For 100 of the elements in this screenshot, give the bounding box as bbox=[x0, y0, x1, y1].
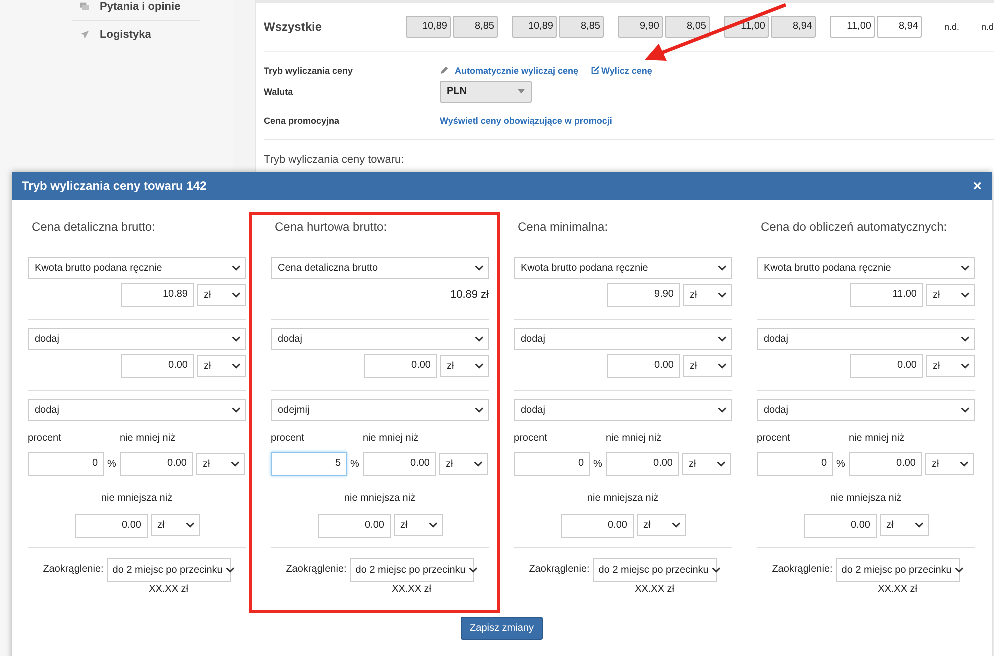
dropdown[interactable]: zł bbox=[926, 284, 975, 306]
input-field[interactable]: 11.00 bbox=[850, 283, 923, 307]
unit-label: % bbox=[836, 458, 846, 470]
dropdown[interactable]: zł bbox=[197, 284, 246, 306]
unit-label: % bbox=[592, 458, 604, 470]
link[interactable]: Wyświetl ceny obowiązujące w promocji bbox=[440, 116, 612, 126]
dropdown[interactable]: zł bbox=[682, 453, 731, 475]
chevron-icon bbox=[672, 522, 680, 528]
dropdown[interactable]: zł bbox=[636, 514, 686, 536]
save-button[interactable]: Zapisz zmiany bbox=[461, 617, 543, 640]
pencil-icon bbox=[440, 66, 449, 75]
field-label: procent bbox=[514, 433, 548, 446]
price-field[interactable]: 11,00 bbox=[830, 16, 876, 38]
field-label: nie mniej niż bbox=[120, 433, 176, 446]
dropdown[interactable]: zł bbox=[683, 355, 732, 377]
chevron-icon bbox=[475, 363, 484, 369]
field-label: Zaokrąglenie: bbox=[772, 563, 833, 577]
input-field[interactable]: 0.00 bbox=[850, 354, 923, 378]
dropdown[interactable]: dodaj bbox=[757, 399, 975, 421]
dropdown[interactable]: zł bbox=[683, 284, 732, 306]
dropdown[interactable]: Kwota brutto podana ręcznie bbox=[757, 257, 975, 279]
input-field[interactable]: 0.00 bbox=[318, 514, 390, 538]
dropdown[interactable]: dodaj bbox=[271, 328, 489, 350]
chevron-icon bbox=[475, 265, 484, 271]
input-field[interactable]: 0 bbox=[28, 452, 104, 476]
dropdown[interactable]: zł bbox=[880, 514, 928, 536]
field-label: nie mniejsza niż bbox=[587, 493, 659, 504]
input-field[interactable]: 0.00 bbox=[560, 514, 634, 538]
row-label: Wszystkie bbox=[264, 20, 324, 34]
setting-label: Cena promocyjna bbox=[264, 116, 341, 126]
field-label: nie mniej niż bbox=[849, 433, 905, 446]
dropdown[interactable]: zł bbox=[197, 355, 246, 377]
field-label: nie mniejsza niż bbox=[101, 493, 173, 504]
chevron-icon bbox=[468, 567, 478, 573]
link[interactable]: Automatycznie wyliczaj cenę bbox=[455, 66, 579, 76]
sidebar-item[interactable]: Logistyka bbox=[100, 29, 152, 41]
input-field[interactable]: 0.00 bbox=[606, 452, 679, 476]
input-field[interactable]: 0.00 bbox=[363, 452, 436, 476]
dropdown[interactable]: zł bbox=[394, 514, 442, 536]
link[interactable]: Wylicz cenę bbox=[602, 66, 652, 76]
dropdown[interactable]: Kwota brutto podana ręcznie bbox=[28, 257, 246, 279]
field-label: procent bbox=[271, 433, 306, 446]
chevron-icon bbox=[232, 363, 241, 369]
close-button[interactable]: × bbox=[973, 178, 982, 194]
price-field[interactable]: 8,94 bbox=[877, 16, 922, 38]
field-label: procent bbox=[28, 433, 62, 446]
column-title: Cena detaliczna brutto: bbox=[31, 219, 156, 236]
dropdown[interactable]: zł bbox=[150, 514, 200, 536]
dropdown[interactable]: zł bbox=[440, 355, 489, 377]
input-field[interactable]: 0.00 bbox=[364, 354, 437, 378]
chevron-icon bbox=[186, 522, 194, 528]
chevron-icon bbox=[954, 567, 964, 573]
unit-label: % bbox=[106, 458, 118, 470]
input-field[interactable]: 0.00 bbox=[120, 452, 193, 476]
unit-label: % bbox=[350, 458, 360, 470]
edit-icon bbox=[590, 66, 600, 75]
chevron-icon bbox=[961, 292, 970, 298]
section-title: Tryb wyliczania ceny towaru: bbox=[264, 154, 406, 166]
dropdown[interactable]: zł bbox=[439, 453, 488, 475]
input-field[interactable]: 0 bbox=[514, 452, 590, 476]
input-field[interactable]: 0.00 bbox=[607, 354, 680, 378]
note-text: n.d. bbox=[944, 22, 960, 32]
dropdown[interactable]: dodaj bbox=[514, 328, 732, 350]
dropdown[interactable]: zł bbox=[925, 453, 974, 475]
chevron-icon bbox=[914, 522, 924, 528]
input-field[interactable]: 10.89 bbox=[121, 283, 194, 307]
chevron-icon bbox=[232, 265, 241, 271]
field-label: Zaokrąglenie: bbox=[43, 563, 104, 577]
dropdown[interactable]: zł bbox=[926, 355, 975, 377]
input-field[interactable]: 0.00 bbox=[804, 514, 876, 538]
dropdown[interactable]: zł bbox=[196, 453, 245, 475]
dropdown[interactable]: dodaj bbox=[757, 328, 975, 350]
chevron-icon bbox=[718, 363, 727, 369]
dropdown[interactable]: dodaj bbox=[514, 399, 732, 421]
input-field[interactable]: 0.00 bbox=[121, 354, 194, 378]
dropdown[interactable]: dodaj bbox=[28, 399, 246, 421]
sidebar-item[interactable]: Pytania i opinie bbox=[100, 1, 181, 13]
chevron-icon bbox=[718, 292, 727, 298]
field-label: nie mniej niż bbox=[606, 433, 662, 446]
chevron-icon bbox=[717, 461, 726, 467]
dropdown[interactable]: Cena detaliczna brutto bbox=[271, 257, 489, 279]
input-field[interactable]: 0.00 bbox=[849, 452, 922, 476]
dropdown[interactable]: odejmij bbox=[271, 399, 489, 421]
computed-price: 10.89 zł bbox=[450, 289, 489, 301]
dropdown[interactable]: Kwota brutto podana ręcznie bbox=[514, 257, 732, 279]
dropdown[interactable]: dodaj bbox=[28, 328, 246, 350]
input-field[interactable]: 5 bbox=[271, 452, 347, 476]
input-field[interactable]: 9.90 bbox=[607, 283, 680, 307]
chevron-icon bbox=[232, 407, 241, 413]
chevron-icon bbox=[961, 336, 970, 342]
chevron-icon bbox=[961, 363, 970, 369]
chevron-icon bbox=[718, 336, 727, 342]
chevron-icon bbox=[960, 461, 969, 467]
currency-dropdown[interactable]: PLN bbox=[440, 80, 532, 102]
field-label: Zaokrąglenie: bbox=[286, 563, 347, 577]
input-field[interactable]: 0.00 bbox=[74, 514, 148, 538]
column-title: Cena do obliczeń automatycznych: bbox=[760, 219, 948, 236]
chat-icon bbox=[80, 2, 90, 12]
input-field[interactable]: 0 bbox=[757, 452, 833, 476]
chevron-icon bbox=[718, 265, 727, 271]
